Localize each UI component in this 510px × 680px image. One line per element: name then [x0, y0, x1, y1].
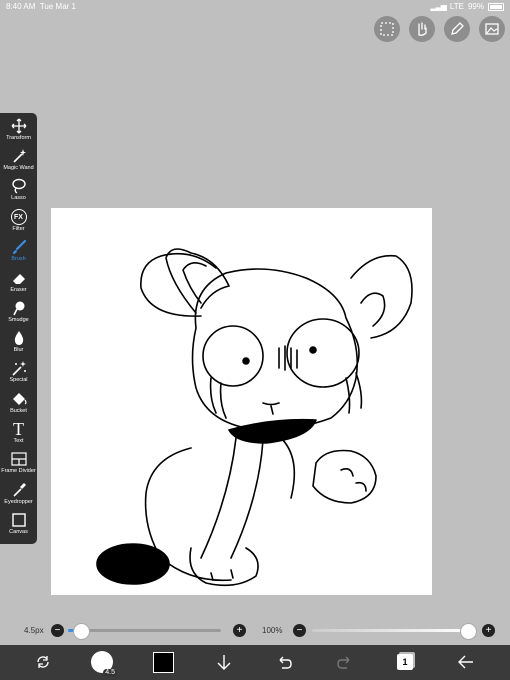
redo-button[interactable] — [332, 651, 358, 673]
tool-label: Smudge — [8, 317, 29, 323]
tool-label: Filter — [12, 226, 25, 232]
fx-icon: FX — [10, 209, 27, 225]
tool-filter[interactable]: FX Filter — [0, 208, 37, 236]
tool-label: Transform — [6, 135, 31, 141]
gallery-button[interactable] — [479, 16, 505, 42]
brush-preview-icon: 4.5 — [91, 651, 117, 676]
eraser-icon — [12, 274, 25, 284]
tool-palette: Transform Magic Wand Lasso FX Filter Bru… — [0, 113, 37, 544]
move-arrows-icon — [11, 118, 26, 134]
magic-wand-icon — [12, 149, 26, 163]
tool-bucket[interactable]: Bucket — [0, 390, 37, 418]
canvas-icon — [11, 513, 26, 527]
download-button[interactable] — [211, 651, 237, 673]
tool-transform[interactable]: Transform — [0, 117, 37, 145]
opacity-slider-track[interactable] — [312, 629, 468, 632]
brush-size-badge: 4.5 — [103, 669, 117, 676]
tool-smudge[interactable]: Smudge — [0, 299, 37, 327]
brush-size-slider-knob[interactable] — [73, 623, 91, 640]
blur-drop-icon — [14, 331, 23, 345]
network-label: LTE — [449, 2, 464, 11]
eyedropper-icon — [12, 483, 26, 497]
tool-eyedropper[interactable]: Eyedropper — [0, 481, 37, 509]
tool-blur[interactable]: Blur — [0, 329, 37, 357]
battery-icon — [488, 2, 504, 11]
tool-label: Blur — [13, 347, 24, 353]
tool-label: Lasso — [11, 195, 26, 201]
arrow-down-icon — [217, 655, 231, 670]
tool-label: Canvas — [9, 529, 28, 535]
tool-label: Frame Divider — [1, 468, 36, 474]
layers-button[interactable]: 1 — [392, 651, 418, 673]
tool-label: Bucket — [10, 408, 27, 414]
brush-size-increase-button[interactable]: + — [233, 624, 246, 637]
tool-label: Eraser — [10, 287, 27, 293]
hand-icon — [418, 22, 427, 36]
tool-lasso[interactable]: Lasso — [0, 177, 37, 205]
brush-size-decrease-button[interactable]: − — [51, 624, 64, 637]
pen-button[interactable] — [444, 16, 470, 42]
tool-canvas[interactable]: Canvas — [0, 511, 37, 539]
opacity-slider-knob[interactable] — [460, 623, 477, 640]
tool-label: Text — [13, 438, 24, 444]
tool-label: Brush — [11, 256, 26, 262]
pen-icon — [451, 22, 464, 35]
current-color-swatch — [152, 651, 174, 673]
line-art-drawing — [96, 248, 413, 587]
quick-action-button[interactable] — [30, 651, 56, 673]
undo-icon — [279, 656, 292, 669]
opacity-decrease-button[interactable]: − — [293, 624, 306, 637]
rotate-arrows-icon — [37, 656, 49, 668]
brush-size-slider-track[interactable] — [68, 629, 221, 632]
status-bar: 8:40 AM Tue Mar 1 ▂▃▅ LTE 99% — [0, 0, 510, 14]
bottom-toolbar: 4.5 1 — [0, 645, 510, 680]
tool-label: Eyedropper — [4, 499, 33, 505]
smudge-icon — [12, 301, 24, 316]
tool-special[interactable]: Special — [0, 359, 37, 387]
frame-divider-icon — [10, 452, 27, 466]
status-date: Tue Mar 1 — [39, 2, 76, 11]
lasso-icon — [11, 178, 26, 194]
hand-button[interactable] — [409, 16, 435, 42]
tool-text[interactable]: T Text — [0, 420, 37, 448]
tool-label: Special — [9, 377, 28, 383]
brush-settings-bar: 4.5px − + 100% − + — [0, 623, 510, 640]
undo-button[interactable] — [271, 651, 297, 673]
tool-frame-divider[interactable]: Frame Divider — [0, 450, 37, 478]
bucket-icon — [12, 393, 27, 405]
tool-eraser[interactable]: Eraser — [0, 269, 37, 297]
tool-brush[interactable]: Brush — [0, 238, 37, 266]
selection-button[interactable] — [374, 16, 400, 42]
battery-percent: 99% — [467, 2, 484, 11]
brush-size-value: 4.5px — [24, 626, 44, 635]
gallery-icon — [485, 23, 499, 35]
layers-icon: 1 — [397, 654, 413, 670]
opacity-increase-button[interactable]: + — [482, 624, 495, 637]
selection-icon — [380, 22, 394, 36]
brush-preview-button[interactable]: 4.5 — [89, 651, 117, 676]
opacity-value: 100% — [262, 626, 283, 635]
tool-label: Magic Wand — [3, 165, 34, 171]
redo-icon — [337, 656, 350, 669]
brush-icon — [12, 239, 26, 254]
layer-count: 1 — [402, 657, 408, 667]
special-wand-icon — [11, 361, 26, 376]
tool-magic-wand[interactable]: Magic Wand — [0, 147, 37, 175]
signal-icon: ▂▃▅ — [430, 2, 447, 11]
back-button[interactable] — [453, 651, 479, 673]
arrow-left-icon — [458, 655, 473, 669]
drawing-canvas[interactable] — [51, 208, 432, 595]
color-picker-button[interactable] — [150, 651, 176, 673]
status-time: 8:40 AM — [6, 2, 36, 11]
text-icon: T — [13, 419, 24, 439]
